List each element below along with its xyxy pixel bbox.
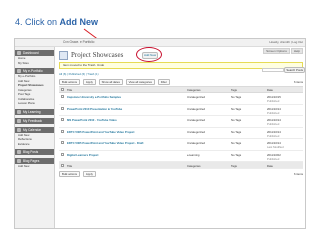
row-tags: No Tags — [229, 92, 265, 105]
showcase-icon — [59, 51, 68, 60]
row-checkbox[interactable] — [61, 152, 64, 156]
instruction-caption: 4. Click on Add New — [15, 17, 98, 27]
footer-date[interactable]: Date — [265, 161, 303, 169]
menu-feedback[interactable]: My Feedback — [15, 117, 54, 124]
row-tags: No Tags — [229, 115, 265, 128]
menu-item-my-sites[interactable]: My Sites — [15, 61, 54, 66]
search-area: Search Posts — [261, 67, 305, 73]
calendar-icon — [17, 127, 21, 132]
row-date: 2011/10/14 Published — [265, 115, 303, 128]
admin-sidebar: Dashboard Home My Sites My e-Portfolio M… — [15, 47, 55, 228]
portfolio-icon — [17, 69, 21, 73]
table-row: MS PowerPoint 2010 - YouTube Video Uncat… — [59, 115, 303, 128]
menu-item-lesson-plans[interactable]: Lesson Plans — [15, 101, 54, 106]
row-date: 2011/10/15 Published — [265, 92, 303, 105]
admin-bar: Cvn Grace. e Portfolio Howdy, drsmith | … — [15, 39, 305, 47]
highlight-circle — [136, 47, 162, 62]
menu-eportfolio[interactable]: My e-Portfolio — [15, 68, 54, 74]
table-row: EDTC 5305 PowerPoint and YouTube Video P… — [59, 138, 303, 151]
row-checkbox[interactable] — [61, 118, 64, 121]
filter-button[interactable]: Filter — [157, 79, 170, 85]
search-button[interactable]: Search Posts — [284, 67, 305, 73]
dashboard-icon — [17, 51, 21, 55]
row-checkbox[interactable] — [61, 141, 64, 144]
row-date: 2011/10/14 Last Modified — [265, 138, 303, 151]
row-tags: No Tags — [229, 104, 265, 116]
bottom-toolbar: Bulk actions Apply 6 items — [59, 171, 303, 178]
items-count: 6 items — [293, 80, 303, 84]
row-title[interactable]: Digital Learners Project — [65, 150, 185, 162]
row-title[interactable]: MS PowerPoint 2010 - YouTube Video — [65, 115, 185, 128]
table-row: Capstone University e-Portfolio Samples … — [59, 92, 303, 105]
posts-icon — [17, 150, 21, 154]
row-date: 2011/10/14 Published — [265, 127, 303, 139]
row-checkbox[interactable] — [61, 129, 64, 133]
search-input[interactable] — [261, 68, 284, 73]
categories-select[interactable]: View all categories — [125, 79, 155, 85]
menu-dashboard[interactable]: Dashboard — [15, 50, 54, 56]
select-all-checkbox-bottom[interactable] — [61, 164, 64, 167]
apply-button[interactable]: Apply — [82, 79, 96, 85]
page-title: Project Showcases — [71, 51, 124, 59]
table-footer: Title Categories Tags Date — [59, 161, 303, 169]
menu-blog-pages[interactable]: Blog Pages — [15, 158, 54, 164]
help-tab[interactable]: Help — [290, 48, 303, 54]
row-category[interactable]: Uncategorized — [185, 92, 229, 105]
row-date: 2011/10/14 Published — [265, 104, 303, 116]
row-title[interactable]: EDTC 5305 PowerPoint and YouTube Video P… — [65, 127, 185, 139]
footer-categories: Categories — [185, 161, 229, 169]
row-date: 2011/10/02 Published — [265, 150, 303, 162]
row-category[interactable]: Uncategorized — [185, 138, 229, 151]
row-category[interactable]: Uncategorized — [185, 115, 229, 128]
title-row: Project Showcases Add New Screen Options… — [59, 47, 303, 62]
bulk-actions-select-bottom[interactable]: Bulk actions — [59, 171, 81, 177]
learning-icon — [17, 109, 21, 114]
user-greeting[interactable]: Howdy, drsmith | Log Out — [269, 40, 303, 44]
row-title[interactable]: Capstone University e-Portfolio Samples — [65, 92, 185, 105]
select-all-checkbox[interactable] — [61, 87, 64, 91]
row-category[interactable]: Uncategorized — [185, 127, 229, 139]
menu-item-evidence[interactable]: Evidence — [15, 142, 54, 147]
pages-icon — [17, 159, 21, 163]
row-title[interactable]: PowerPoint 2010 Presentation & YouTube — [65, 104, 185, 116]
table-row: EDTC 5305 PowerPoint and YouTube Video P… — [59, 127, 303, 139]
row-tags: No Tags — [229, 138, 265, 151]
site-name[interactable]: Cvn Grace. e Portfolio — [63, 40, 94, 44]
menu-learning[interactable]: My Learning — [15, 108, 54, 115]
row-tags: No Tags — [229, 150, 265, 162]
showcases-table: Title Categories Tags Date Capstone Univ… — [59, 86, 303, 169]
table-row: PowerPoint 2010 Presentation & YouTube U… — [59, 104, 303, 116]
row-checkbox[interactable] — [61, 95, 64, 98]
row-tags: No Tags — [229, 127, 265, 139]
footer-tags: Tags — [229, 161, 265, 169]
help-tabs: Screen Options Help — [262, 48, 303, 54]
row-category[interactable]: Uncategorized — [185, 104, 229, 116]
top-toolbar: Bulk actions Apply Show all dates View a… — [59, 79, 303, 86]
dates-select[interactable]: Show all dates — [98, 79, 123, 85]
screen-options-tab[interactable]: Screen Options — [263, 48, 290, 54]
bulk-actions-select[interactable]: Bulk actions — [59, 79, 81, 85]
menu-item-pages-add[interactable]: Add New — [15, 164, 54, 169]
feedback-icon — [17, 118, 21, 123]
caption-prefix: 4. Click on — [15, 17, 60, 27]
menu-blog-posts[interactable]: Blog Posts — [15, 149, 54, 155]
table-row: Digital Learners Project e-learning No T… — [59, 150, 303, 162]
apply-button-bottom[interactable]: Apply — [82, 171, 96, 177]
row-checkbox[interactable] — [61, 106, 64, 110]
row-category[interactable]: e-learning — [185, 150, 229, 162]
items-count-bottom: 6 items — [293, 172, 303, 176]
caption-emphasis: Add New — [59, 17, 99, 27]
footer-title[interactable]: Title — [65, 161, 185, 169]
screenshot-frame: Cvn Grace. e Portfolio Howdy, drsmith | … — [14, 38, 306, 229]
row-title[interactable]: EDTC 5305 PowerPoint and YouTube Video P… — [65, 138, 185, 151]
menu-calendar[interactable]: My Calendar — [15, 126, 54, 133]
